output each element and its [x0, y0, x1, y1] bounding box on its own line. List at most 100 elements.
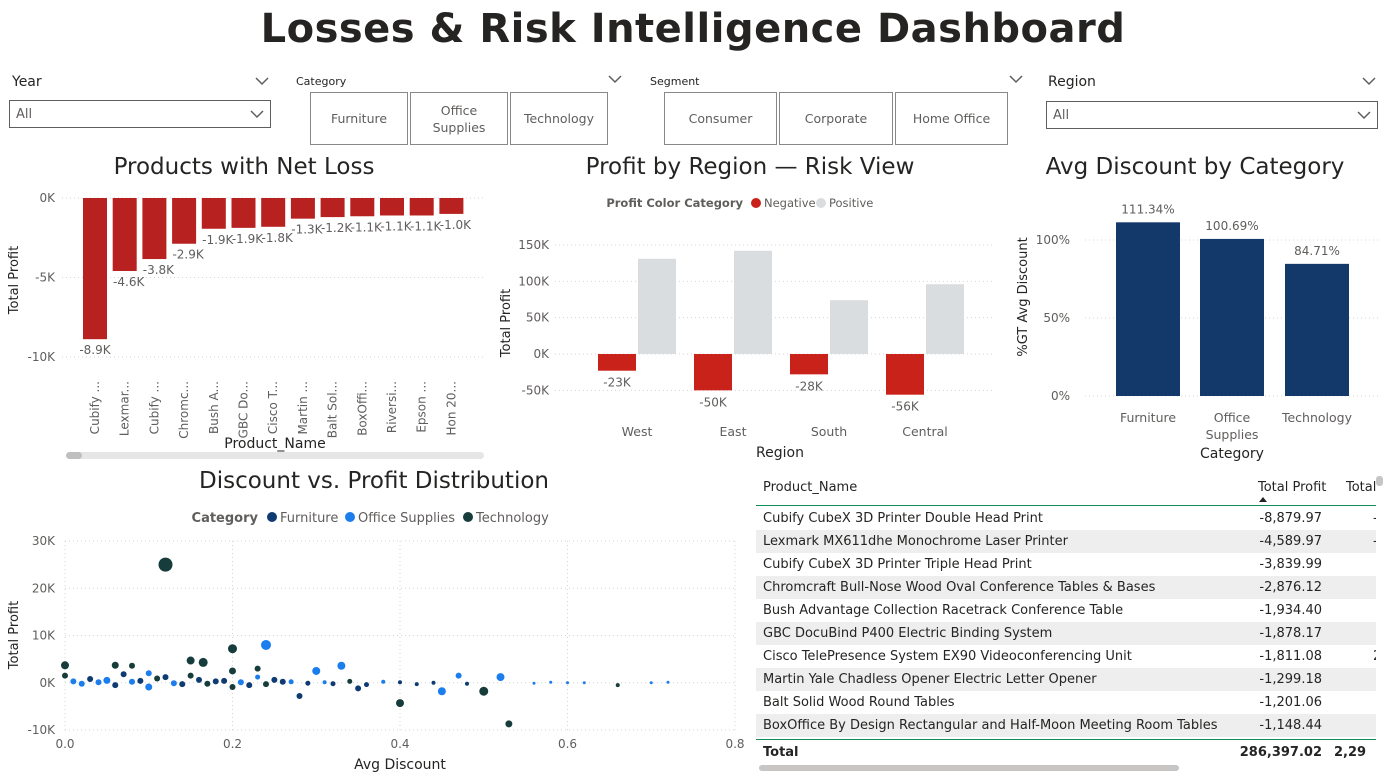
total-profit-cell: -4,589.97 [1259, 534, 1322, 549]
table-horizontal-scrollbar[interactable] [759, 765, 1179, 771]
scatter-point [666, 680, 670, 684]
segment-tile-home-office[interactable]: Home Office [895, 92, 1008, 145]
column-header-total[interactable]: Total [1346, 480, 1376, 495]
table-row[interactable]: Cubify CubeX 3D Printer Triple Head Prin… [756, 553, 1376, 576]
scatter-point [615, 683, 620, 688]
data-label: -56K [891, 400, 920, 414]
scatter-point [196, 676, 202, 683]
chevron-down-icon[interactable] [1362, 76, 1376, 86]
table-row[interactable]: Chromcraft Bull-Nose Wood Oval Conferenc… [756, 576, 1376, 599]
category-slicer-label: Category [296, 75, 347, 88]
total-profit-cell: -1,148.44 [1259, 718, 1322, 733]
loss-chart-scrollbar-track[interactable] [66, 452, 484, 459]
scatter-point [204, 680, 211, 687]
y-tick-label: 100% [1036, 233, 1070, 247]
table-row[interactable]: Martin Yale Chadless Opener Electric Let… [756, 668, 1376, 691]
region-dropdown-value: All [1053, 108, 1070, 123]
chevron-down-icon[interactable] [255, 76, 269, 86]
scatter-point [228, 644, 237, 654]
scatter-point [364, 682, 369, 688]
x-tick-label: Technology [1281, 410, 1353, 425]
bar [142, 198, 167, 260]
scatter-point [431, 680, 436, 685]
table-row[interactable]: GBC DocuBind P400 Electric Binding Syste… [756, 622, 1376, 645]
segment-tile-consumer[interactable]: Consumer [664, 92, 777, 145]
chevron-down-icon[interactable] [1009, 74, 1023, 84]
y-axis-title: %GT Avg Discount [1016, 237, 1031, 356]
segment-tile-corporate[interactable]: Corporate [779, 92, 893, 145]
product-name-cell: GBC DocuBind P400 Electric Binding Syste… [763, 626, 1053, 641]
scatter-point [229, 684, 236, 691]
table-row[interactable]: Balt Solid Wood Round Tables -1,201.06 [756, 691, 1376, 714]
x-axis-title: Product_Name [224, 436, 325, 452]
column-header-product-name[interactable]: Product_Name [763, 480, 857, 495]
y-tick-label: 50K [526, 311, 550, 325]
product-name-cell: Balt Solid Wood Round Tables [763, 695, 955, 710]
x-tick-label: Martin ... [296, 381, 310, 435]
total-cut-value: 2,29 [1334, 745, 1367, 760]
table-vertical-scrollbar[interactable] [1376, 476, 1383, 486]
x-axis-title: Avg Discount [354, 757, 446, 773]
product-name-cell: Cisco TelePresence System EX90 Videoconf… [763, 649, 1132, 664]
discount-chart-title: Avg Discount by Category [1045, 154, 1345, 180]
loss-chart-scrollbar-thumb[interactable] [66, 452, 82, 459]
product-name-cell: Cubify CubeX 3D Printer Double Head Prin… [763, 511, 1043, 526]
legend-label-negative: Negative [764, 196, 816, 210]
category-tile-technology[interactable]: Technology [510, 92, 608, 145]
scatter-point [154, 675, 161, 682]
data-label: 100.69% [1205, 219, 1258, 233]
product-name-cell: Bush Advantage Collection Racetrack Conf… [763, 603, 1124, 618]
x-tick-label: Chromc... [177, 381, 191, 439]
scatter-point [212, 678, 219, 685]
table-row[interactable]: Bush Advantage Collection Racetrack Conf… [756, 599, 1376, 622]
table-row[interactable]: Cisco TelePresence System EX90 Videoconf… [756, 645, 1376, 668]
x-tick-label: GBC Do... [237, 381, 251, 438]
bar-negative [790, 354, 828, 375]
header-divider [756, 505, 1376, 506]
legend-marker-positive [816, 198, 826, 208]
year-dropdown[interactable]: All [9, 100, 271, 128]
data-label: -1.0K [440, 218, 472, 232]
total-label: Total [763, 745, 799, 760]
table-row[interactable]: BoxOffice By Design Rectangular and Half… [756, 714, 1376, 737]
legend-marker [345, 512, 355, 522]
x-tick-label: South [811, 424, 847, 439]
y-axis-title: Total Profit [499, 289, 514, 358]
scatter-point [246, 682, 253, 689]
table-row[interactable]: Lexmark MX611dhe Monochrome Laser Printe… [756, 530, 1376, 553]
category-tile-office-supplies[interactable]: Office Supplies [410, 92, 508, 145]
table-row[interactable]: Cubify CubeX 3D Printer Double Head Prin… [756, 507, 1376, 530]
total-divider [756, 739, 1376, 740]
column-header-total-profit[interactable]: Total Profit [1258, 480, 1326, 495]
scatter-point [455, 672, 462, 679]
y-tick-label: 30K [32, 534, 56, 548]
legend-label: Furniture [280, 511, 338, 526]
table-total-row: Total 286,397.02 2,29 [756, 741, 1376, 764]
legend-label-positive: Positive [829, 196, 873, 210]
region-dropdown[interactable]: All [1046, 101, 1378, 129]
scatter-point [337, 661, 346, 670]
y-tick-label: 0K [39, 191, 56, 205]
chevron-down-icon[interactable] [608, 74, 622, 84]
product-name-cell: Martin Yale Chadless Opener Electric Let… [763, 672, 1097, 687]
y-tick-label: 0K [533, 347, 550, 361]
scatter-point [186, 656, 195, 665]
x-tick-label: Central [902, 424, 948, 439]
total-profit-cell: -1,299.18 [1259, 672, 1322, 687]
scatter-point [271, 676, 278, 683]
net-loss-chart-title: Products with Net Loss [113, 154, 375, 180]
x-tick-label: Riversi... [385, 381, 399, 433]
data-label: -1.2K [321, 221, 353, 235]
data-label: -1.9K [232, 232, 264, 246]
y-tick-label: 10K [32, 629, 56, 643]
total-profit-cell: -1,811.08 [1259, 649, 1322, 664]
scatter-point [112, 682, 119, 689]
bar [1116, 222, 1180, 396]
bar [201, 198, 226, 229]
x-tick-label: Hon 20... [444, 381, 458, 436]
legend-marker [463, 512, 473, 522]
x-tick-label: 0.2 [223, 737, 242, 751]
scatter-point [566, 681, 569, 685]
total-profit-cell: -8,879.97 [1259, 511, 1322, 526]
category-tile-furniture[interactable]: Furniture [310, 92, 408, 145]
